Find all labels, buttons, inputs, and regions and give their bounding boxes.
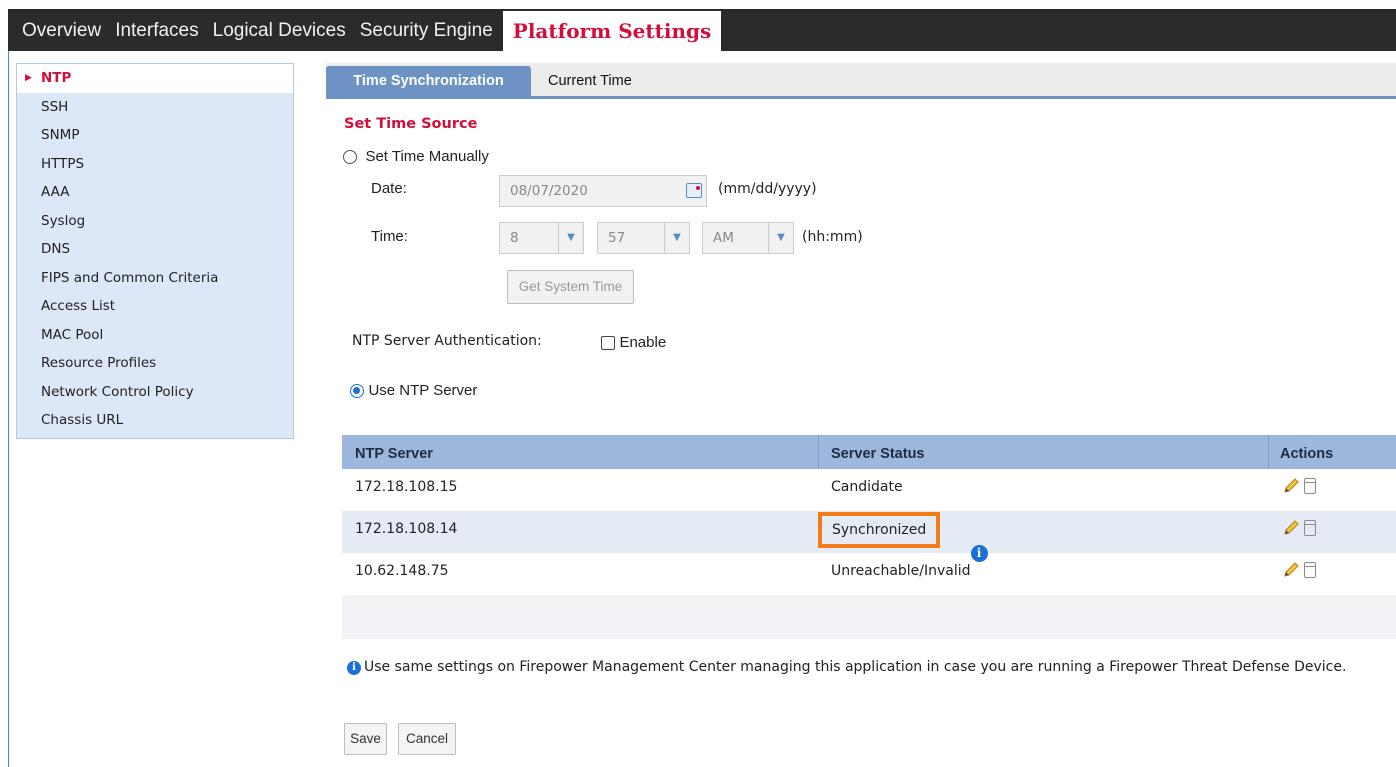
section-title: Set Time Source	[344, 116, 478, 132]
sidebar-item-mac-pool[interactable]: MAC Pool	[17, 321, 293, 350]
chevron-down-icon: ▼	[558, 223, 583, 253]
ampm-value: AM	[713, 230, 734, 246]
pencil-icon[interactable]	[1282, 519, 1300, 537]
server-address: 172.18.108.14	[355, 521, 458, 537]
chevron-down-icon: ▼	[768, 223, 793, 253]
save-button[interactable]: Save	[344, 723, 387, 755]
radio-use-ntp-server[interactable]	[350, 384, 364, 398]
sidebar-item-ssh[interactable]: SSH	[17, 93, 293, 122]
header-server-status: Server Status	[831, 446, 925, 462]
enable-option[interactable]: Enable	[601, 334, 666, 351]
sidebar-item-label: AAA	[41, 184, 70, 200]
sidebar-item-label: MAC Pool	[41, 326, 104, 343]
time-label: Time:	[371, 228, 408, 245]
minute-value: 57	[608, 230, 626, 246]
header-divider	[818, 435, 819, 469]
tab-overview[interactable]: Overview	[8, 11, 108, 51]
radio-set-time-manually[interactable]	[343, 150, 357, 164]
server-address: 172.18.108.15	[355, 479, 458, 495]
minute-select[interactable]: 57 ▼	[597, 222, 690, 254]
sidebar-item-fips[interactable]: FIPS and Common Criteria	[17, 264, 293, 293]
enable-checkbox[interactable]	[601, 336, 615, 350]
server-status-highlight: Synchronized	[818, 512, 941, 548]
info-note: i Use same settings on Firepower Manageme…	[347, 659, 1346, 675]
row-actions	[1282, 553, 1316, 595]
trash-icon[interactable]	[1304, 478, 1316, 494]
ntp-auth-label: NTP Server Authentication:	[352, 333, 542, 349]
sidebar: ▶ NTP SSH SNMP HTTPS AAA Syslog DNS FIPS …	[16, 63, 294, 439]
table-header: NTP Server Server Status Actions	[342, 435, 1396, 469]
info-icon: i	[347, 661, 361, 675]
tab-current-time[interactable]: Current Time	[548, 66, 632, 96]
tab-interfaces[interactable]: Interfaces	[108, 11, 205, 51]
sidebar-item-label: Access List	[41, 298, 116, 314]
header-actions: Actions	[1280, 446, 1334, 462]
top-nav: Overview Interfaces Logical Devices Secu…	[8, 9, 1396, 51]
use-ntp-server-option[interactable]: Use NTP Server	[350, 382, 477, 399]
sidebar-item-label: Syslog	[41, 212, 86, 229]
sidebar-item-resource-profiles[interactable]: Resource Profiles	[17, 349, 293, 378]
calendar-icon[interactable]	[686, 183, 702, 198]
header-divider	[1268, 435, 1269, 469]
server-status-cell: Synchronized	[818, 511, 941, 553]
hour-value: 8	[510, 230, 519, 246]
sidebar-item-label: HTTPS	[41, 155, 85, 172]
sidebar-item-label: DNS	[41, 241, 71, 257]
info-icon[interactable]: i	[970, 545, 988, 562]
date-value: 08/07/2020	[510, 183, 588, 199]
sidebar-item-label: NTP	[41, 70, 72, 86]
tab-logical-devices[interactable]: Logical Devices	[206, 11, 353, 51]
enable-label: Enable	[619, 334, 667, 351]
tab-platform-settings[interactable]: Platform Settings	[502, 11, 722, 51]
set-time-manually-label: Set Time Manually	[365, 148, 489, 165]
sidebar-item-https[interactable]: HTTPS	[17, 150, 293, 179]
row-actions	[1282, 469, 1316, 511]
header-ntp-server: NTP Server	[355, 446, 433, 462]
sidebar-item-snmp[interactable]: SNMP	[17, 121, 293, 150]
tab-time-synchronization[interactable]: Time Synchronization	[326, 66, 531, 96]
get-system-time-button[interactable]: Get System Time	[507, 270, 634, 304]
sidebar-item-aaa[interactable]: AAA	[17, 178, 293, 207]
sidebar-item-label: Chassis URL	[41, 412, 124, 428]
sidebar-item-label: FIPS and Common Criteria	[41, 269, 219, 286]
table-row: 10.62.148.75 Unreachable/Invalidi	[342, 545, 1396, 595]
sidebar-item-network-control-policy[interactable]: Network Control Policy	[17, 378, 293, 407]
date-input[interactable]: 08/07/2020	[499, 175, 707, 207]
sidebar-item-ntp[interactable]: ▶ NTP	[17, 64, 293, 93]
sidebar-item-chassis-url[interactable]: Chassis URL	[17, 406, 293, 435]
pencil-icon[interactable]	[1282, 561, 1300, 579]
table-row: 172.18.108.15 Candidate	[342, 469, 1396, 511]
set-time-manually-option[interactable]: Set Time Manually	[343, 148, 489, 165]
sidebar-item-label: Network Control Policy	[41, 383, 194, 400]
use-ntp-server-label: Use NTP Server	[368, 382, 478, 399]
ampm-select[interactable]: AM ▼	[702, 222, 794, 254]
server-address: 10.62.148.75	[355, 563, 449, 579]
chevron-down-icon: ▼	[664, 223, 689, 253]
date-label: Date:	[371, 180, 407, 197]
table-row: 172.18.108.14 Synchronized	[342, 511, 1396, 553]
tab-security-engine[interactable]: Security Engine	[353, 11, 500, 51]
sidebar-item-label: Resource Profiles	[41, 355, 157, 371]
sidebar-item-label: SSH	[41, 98, 69, 115]
trash-icon[interactable]	[1304, 520, 1316, 536]
caret-right-icon: ▶	[25, 73, 32, 83]
row-actions	[1282, 511, 1316, 553]
sidebar-item-label: SNMP	[41, 127, 80, 143]
trash-icon[interactable]	[1304, 562, 1316, 578]
sidebar-item-access-list[interactable]: Access List	[17, 292, 293, 321]
time-format-hint: (hh:mm)	[802, 229, 863, 245]
server-status: Candidate	[831, 479, 903, 495]
left-border	[8, 51, 9, 767]
hour-select[interactable]: 8 ▼	[499, 222, 584, 254]
cancel-button[interactable]: Cancel	[398, 723, 456, 755]
server-status-cell: Unreachable/Invalidi	[831, 545, 988, 595]
info-note-text: Use same settings on Firepower Managemen…	[364, 659, 1347, 675]
ntp-server-table: NTP Server Server Status Actions 172.18.…	[342, 435, 1396, 639]
server-status: Unreachable/Invalid	[831, 563, 971, 579]
date-format-hint: (mm/dd/yyyy)	[718, 181, 817, 197]
sub-tabs: Time Synchronization Current Time	[326, 63, 1396, 99]
sidebar-item-dns[interactable]: DNS	[17, 235, 293, 264]
sidebar-item-syslog[interactable]: Syslog	[17, 207, 293, 236]
pencil-icon[interactable]	[1282, 477, 1300, 495]
